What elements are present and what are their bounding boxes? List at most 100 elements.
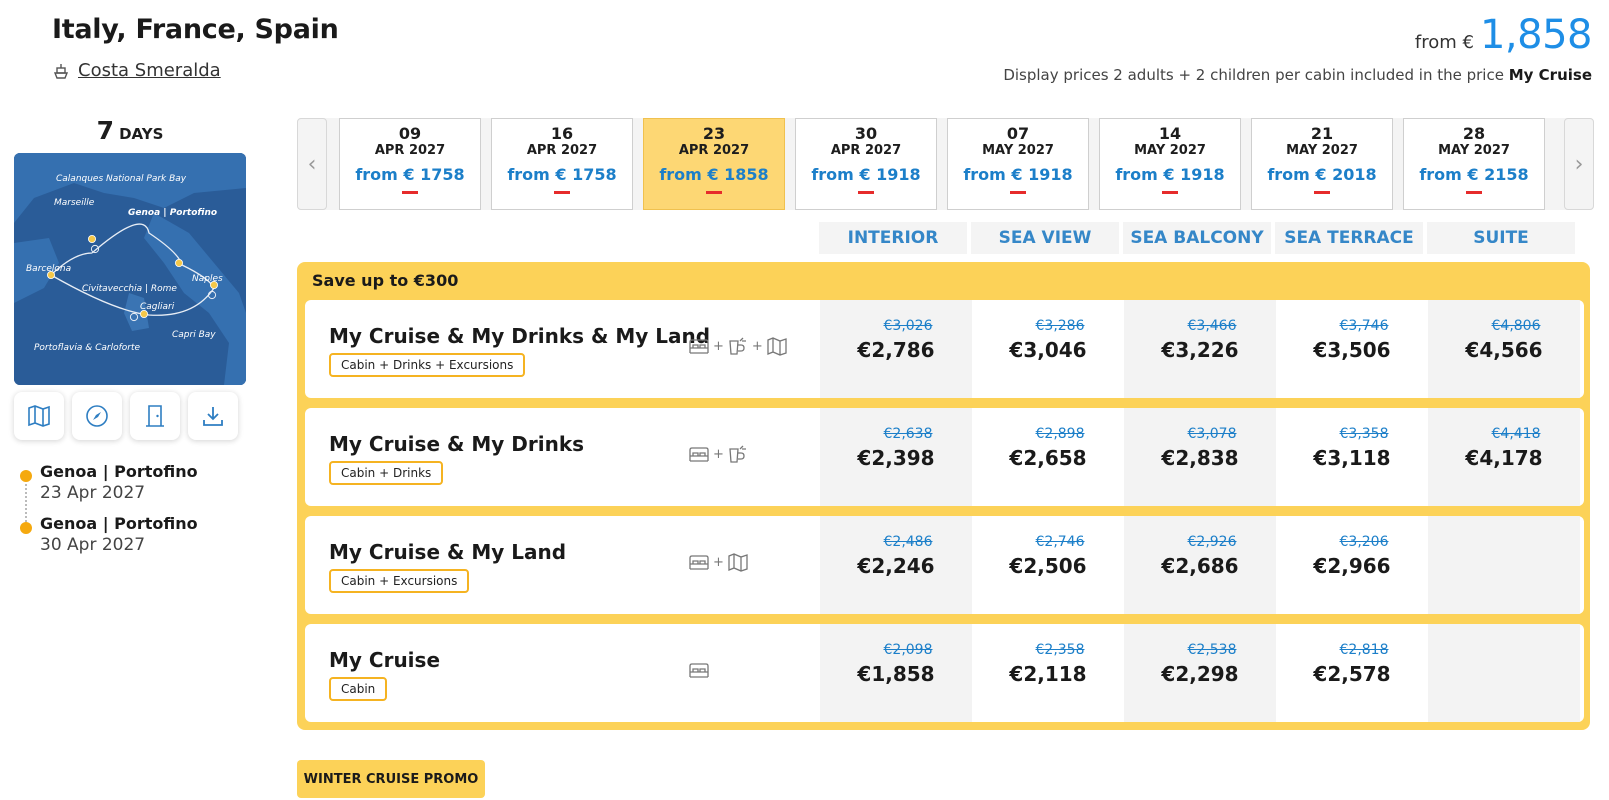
map-label-cagliari: Cagliari	[140, 302, 175, 312]
package-icons	[688, 660, 710, 680]
drinks-icon	[729, 445, 746, 463]
date-price: from € 1918	[1115, 165, 1225, 184]
date-month: MAY 2027	[1134, 143, 1206, 158]
old-price: €3,746	[1339, 318, 1389, 334]
map-label-barcelona: Barcelona	[26, 264, 71, 274]
date-card[interactable]: 30 APR 2027 from € 1918	[795, 118, 937, 210]
price-cell-suite[interactable]: €4,806 €4,566	[1428, 300, 1580, 398]
price-from-value: 1,858	[1479, 12, 1593, 58]
date-day: 09	[398, 124, 422, 143]
download-button[interactable]	[188, 392, 238, 440]
col-header-interior: INTERIOR	[819, 222, 967, 254]
price-cell-suite-empty	[1428, 516, 1580, 614]
ship-icon	[53, 63, 69, 79]
current-price: €2,658	[1009, 446, 1087, 470]
price-cell-sea-balcony[interactable]: €2,538 €2,298	[1124, 624, 1276, 722]
current-price: €2,506	[1009, 554, 1087, 578]
date-month: APR 2027	[374, 143, 446, 158]
price-cell-suite[interactable]: €4,418 €4,178	[1428, 408, 1580, 506]
price-note-text: Display prices 2 adults + 2 children per…	[1003, 66, 1504, 84]
date-price: from € 2158	[1419, 165, 1529, 184]
price-cell-sea-balcony[interactable]: €2,926 €2,686	[1124, 516, 1276, 614]
package-icons: +	[688, 444, 749, 464]
price-cell-sea-terrace[interactable]: €3,206 €2,966	[1276, 516, 1428, 614]
price-cell-sea-view[interactable]: €2,746 €2,506	[972, 516, 1124, 614]
date-month: MAY 2027	[982, 143, 1054, 158]
plus-sign: +	[713, 446, 724, 462]
package-icons: + +	[688, 336, 788, 356]
package-row: My Cruise & My Land Cabin + Excursions +…	[305, 516, 1584, 614]
current-price: €4,566	[1465, 338, 1543, 362]
port-date: 23 Apr 2027	[40, 483, 146, 503]
current-price: €1,858	[857, 662, 935, 686]
date-card[interactable]: 09 APR 2027 from € 1758	[339, 118, 481, 210]
current-price: €2,298	[1161, 662, 1239, 686]
map-label-calanques: Calanques National Park Bay	[56, 174, 187, 184]
price-cell-sea-view[interactable]: €2,898 €2,658	[972, 408, 1124, 506]
price-note-bold: My Cruise	[1508, 66, 1592, 84]
map-button[interactable]	[14, 392, 64, 440]
port-dot	[20, 470, 32, 482]
old-price: €2,098	[883, 642, 933, 658]
old-price: €3,206	[1339, 534, 1389, 550]
package-badge: Cabin + Drinks	[329, 461, 444, 485]
ship-link[interactable]: Costa Smeralda	[52, 60, 221, 81]
offer-panel: Save up to €300 My Cruise & My Drinks & …	[297, 262, 1590, 730]
price-cell-interior[interactable]: €2,638 €2,398	[820, 408, 972, 506]
price-cell-sea-terrace[interactable]: €2,818 €2,578	[1276, 624, 1428, 722]
price-cell-sea-balcony[interactable]: €3,078 €2,838	[1124, 408, 1276, 506]
next-dates-button[interactable]: ›	[1564, 118, 1594, 210]
col-header-sea-view: SEA VIEW	[971, 222, 1119, 254]
current-price: €2,118	[1009, 662, 1087, 686]
old-price: €2,486	[883, 534, 933, 550]
cabin-door-button[interactable]	[130, 392, 180, 440]
drinks-icon	[729, 337, 746, 355]
date-card-selected[interactable]: 23 APR 2027 from € 1858	[643, 118, 785, 210]
old-price: €2,926	[1187, 534, 1237, 550]
price-cell-sea-view[interactable]: €2,358 €2,118	[972, 624, 1124, 722]
map-icon	[767, 337, 787, 356]
prev-dates-button[interactable]: ‹	[297, 118, 327, 210]
date-price: from € 1758	[355, 165, 465, 184]
map-icon	[28, 405, 50, 427]
current-price: €2,246	[857, 554, 935, 578]
ship-name[interactable]: Costa Smeralda	[78, 60, 221, 81]
port-departure: Genoa | Portofino 23 Apr 2027	[20, 462, 198, 514]
winter-promo-button[interactable]: WINTER CRUISE PROMO	[297, 760, 485, 798]
date-indicator	[402, 191, 418, 194]
port-date: 30 Apr 2027	[40, 535, 146, 555]
old-price: €3,466	[1187, 318, 1237, 334]
date-month: APR 2027	[526, 143, 598, 158]
price-cell-interior[interactable]: €2,098 €1,858	[820, 624, 972, 722]
date-card[interactable]: 07 MAY 2027 from € 1918	[947, 118, 1089, 210]
compass-button[interactable]	[72, 392, 122, 440]
col-header-sea-balcony: SEA BALCONY	[1123, 222, 1271, 254]
price-cell-sea-view[interactable]: €3,286 €3,046	[972, 300, 1124, 398]
current-price: €3,226	[1161, 338, 1239, 362]
col-header-sea-terrace: SEA TERRACE	[1275, 222, 1423, 254]
old-price: €2,638	[883, 426, 933, 442]
port-dot	[20, 522, 32, 534]
price-cell-interior[interactable]: €3,026 €2,786	[820, 300, 972, 398]
date-price: from € 1758	[507, 165, 617, 184]
date-month: APR 2027	[830, 143, 902, 158]
date-price: from € 1858	[659, 165, 769, 184]
date-card[interactable]: 28 MAY 2027 from € 2158	[1403, 118, 1545, 210]
itinerary-map[interactable]: Calanques National Park Bay Marseille Ge…	[14, 153, 246, 385]
old-price: €2,818	[1339, 642, 1389, 658]
date-indicator	[1010, 191, 1026, 194]
trip-title: Italy, France, Spain	[52, 14, 339, 45]
date-card[interactable]: 14 MAY 2027 from € 1918	[1099, 118, 1241, 210]
price-cell-sea-terrace[interactable]: €3,358 €3,118	[1276, 408, 1428, 506]
package-icons: +	[688, 552, 749, 572]
old-price: €3,078	[1187, 426, 1237, 442]
old-price: €2,746	[1035, 534, 1085, 550]
price-cell-sea-terrace[interactable]: €3,746 €3,506	[1276, 300, 1428, 398]
package-badge: Cabin + Excursions	[329, 569, 470, 593]
price-cell-sea-balcony[interactable]: €3,466 €3,226	[1124, 300, 1276, 398]
date-card[interactable]: 16 APR 2027 from € 1758	[491, 118, 633, 210]
download-icon	[203, 407, 223, 426]
date-indicator	[858, 191, 874, 194]
date-card[interactable]: 21 MAY 2027 from € 2018	[1251, 118, 1393, 210]
price-cell-interior[interactable]: €2,486 €2,246	[820, 516, 972, 614]
